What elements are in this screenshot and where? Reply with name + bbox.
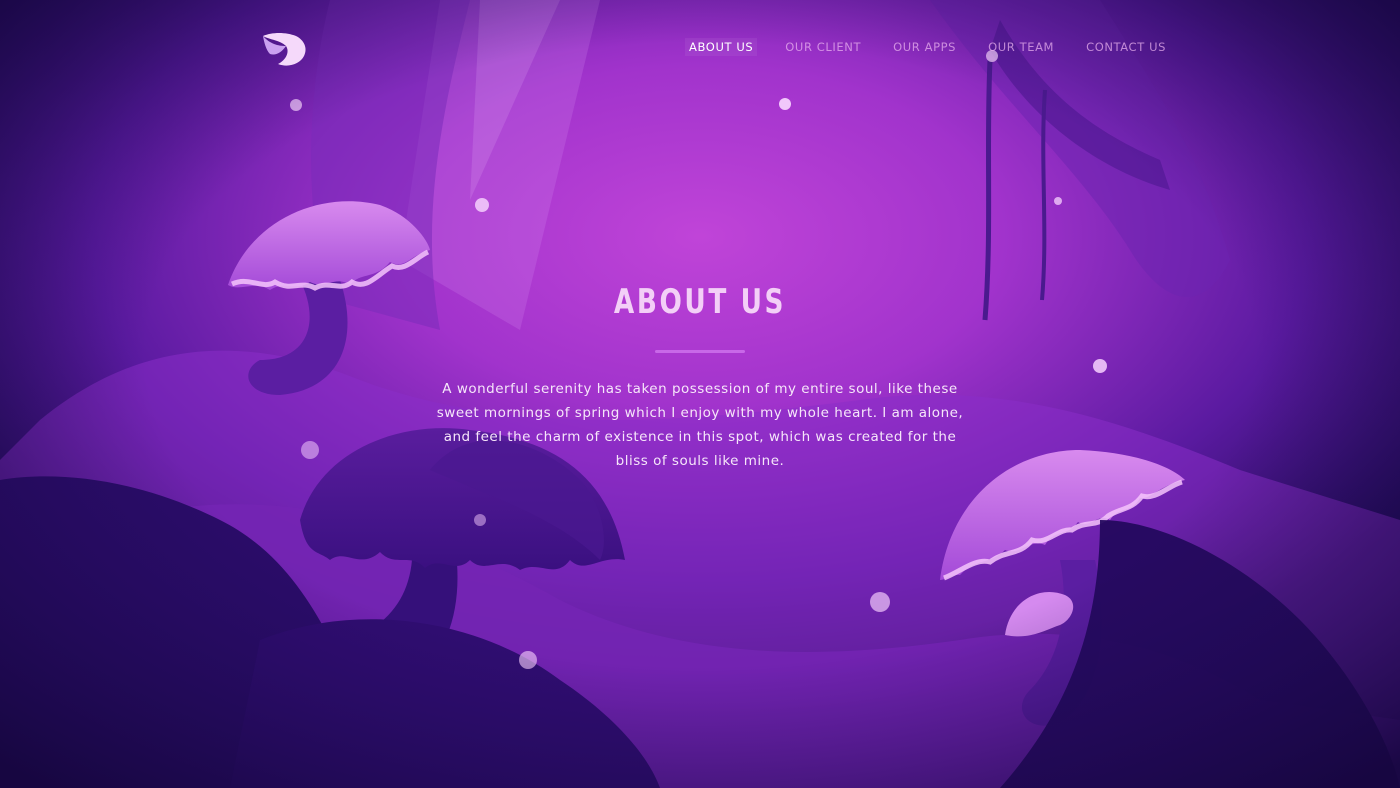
- page-title: ABOUT US: [613, 282, 787, 322]
- nav-link-our-client[interactable]: OUR CLIENT: [781, 38, 865, 56]
- nav-link-our-apps[interactable]: OUR APPS: [889, 38, 960, 56]
- nav-link-about-us[interactable]: ABOUT US: [685, 38, 758, 56]
- about-description: A wonderful serenity has taken possessio…: [436, 381, 964, 469]
- nav-link-contact-us[interactable]: CONTACT US: [1082, 38, 1170, 56]
- about-hero: ABOUT US A wonderful serenity has taken …: [420, 282, 980, 473]
- fox-head-icon[interactable]: [260, 30, 308, 68]
- top-navigation: ABOUT US OUR CLIENT OUR APPS OUR TEAM CO…: [685, 38, 1170, 56]
- title-divider: [655, 350, 745, 353]
- nav-link-our-team[interactable]: OUR TEAM: [984, 38, 1058, 56]
